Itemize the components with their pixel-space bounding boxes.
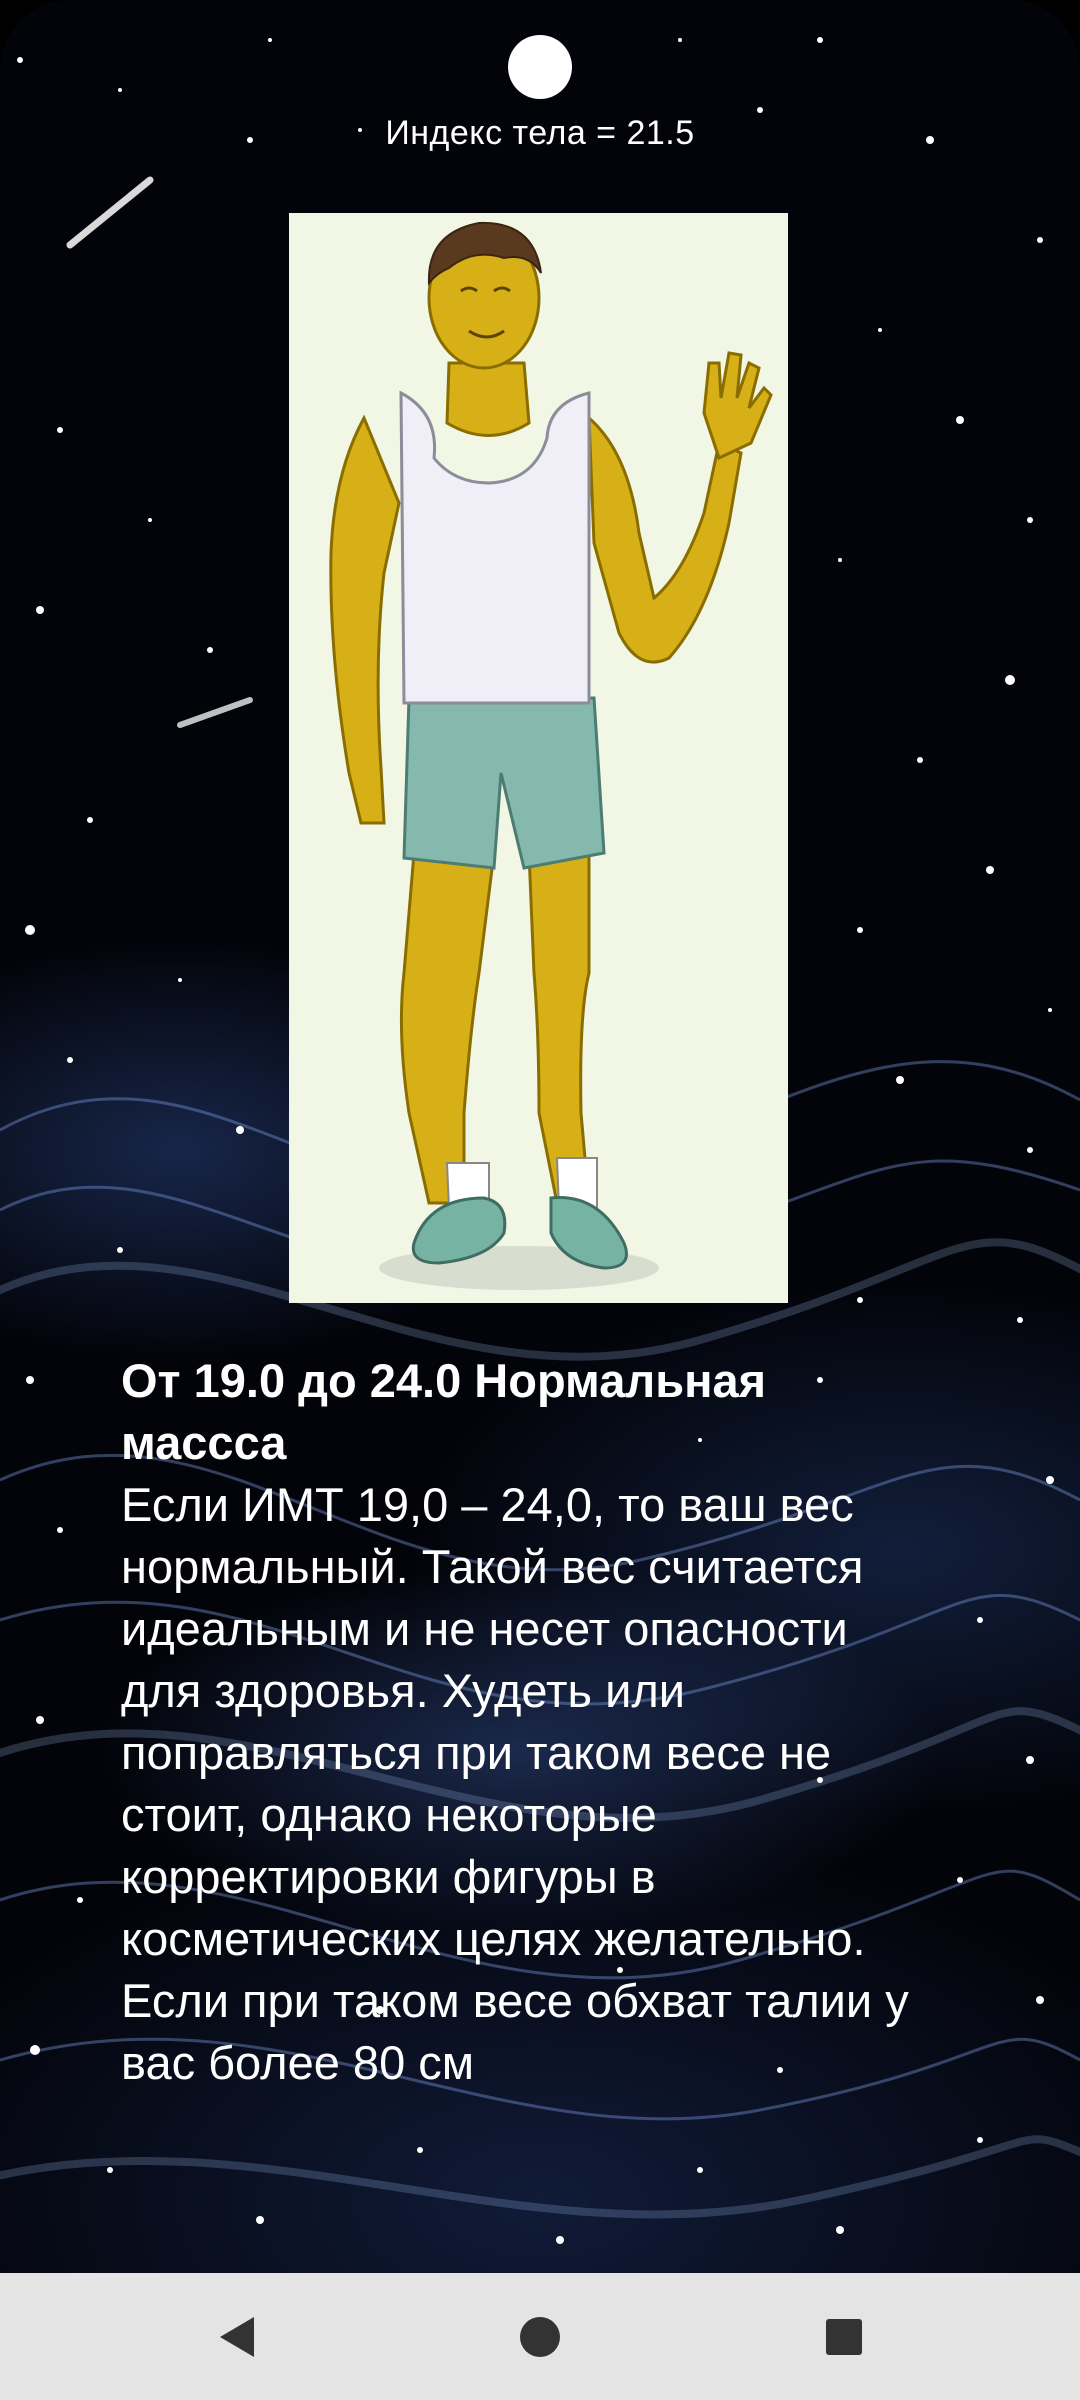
back-button[interactable] xyxy=(156,2273,316,2400)
waving-man-icon xyxy=(329,221,773,1290)
camera-cutout xyxy=(508,35,572,99)
screen: Индекс тела = 21.5 От 19.0 до 24.0 Норма… xyxy=(0,0,1080,2400)
bmi-category-body: Если ИМТ 19,0 – 24,0, то ваш вес нормаль… xyxy=(121,1478,909,2089)
body-index-label: Индекс тела = 21.5 xyxy=(385,114,695,152)
body-type-illustration xyxy=(289,213,788,1303)
square-recents-icon xyxy=(826,2318,862,2355)
recents-button[interactable] xyxy=(764,2273,924,2400)
bmi-description: От 19.0 до 24.0 Нормальная массса Если И… xyxy=(121,1350,921,2095)
home-button[interactable] xyxy=(460,2273,620,2400)
circle-home-icon xyxy=(520,2316,560,2357)
system-navigation-bar xyxy=(0,2273,1080,2400)
bmi-category-title: От 19.0 до 24.0 Нормальная массса xyxy=(121,1354,767,1469)
triangle-back-icon xyxy=(220,2316,254,2357)
